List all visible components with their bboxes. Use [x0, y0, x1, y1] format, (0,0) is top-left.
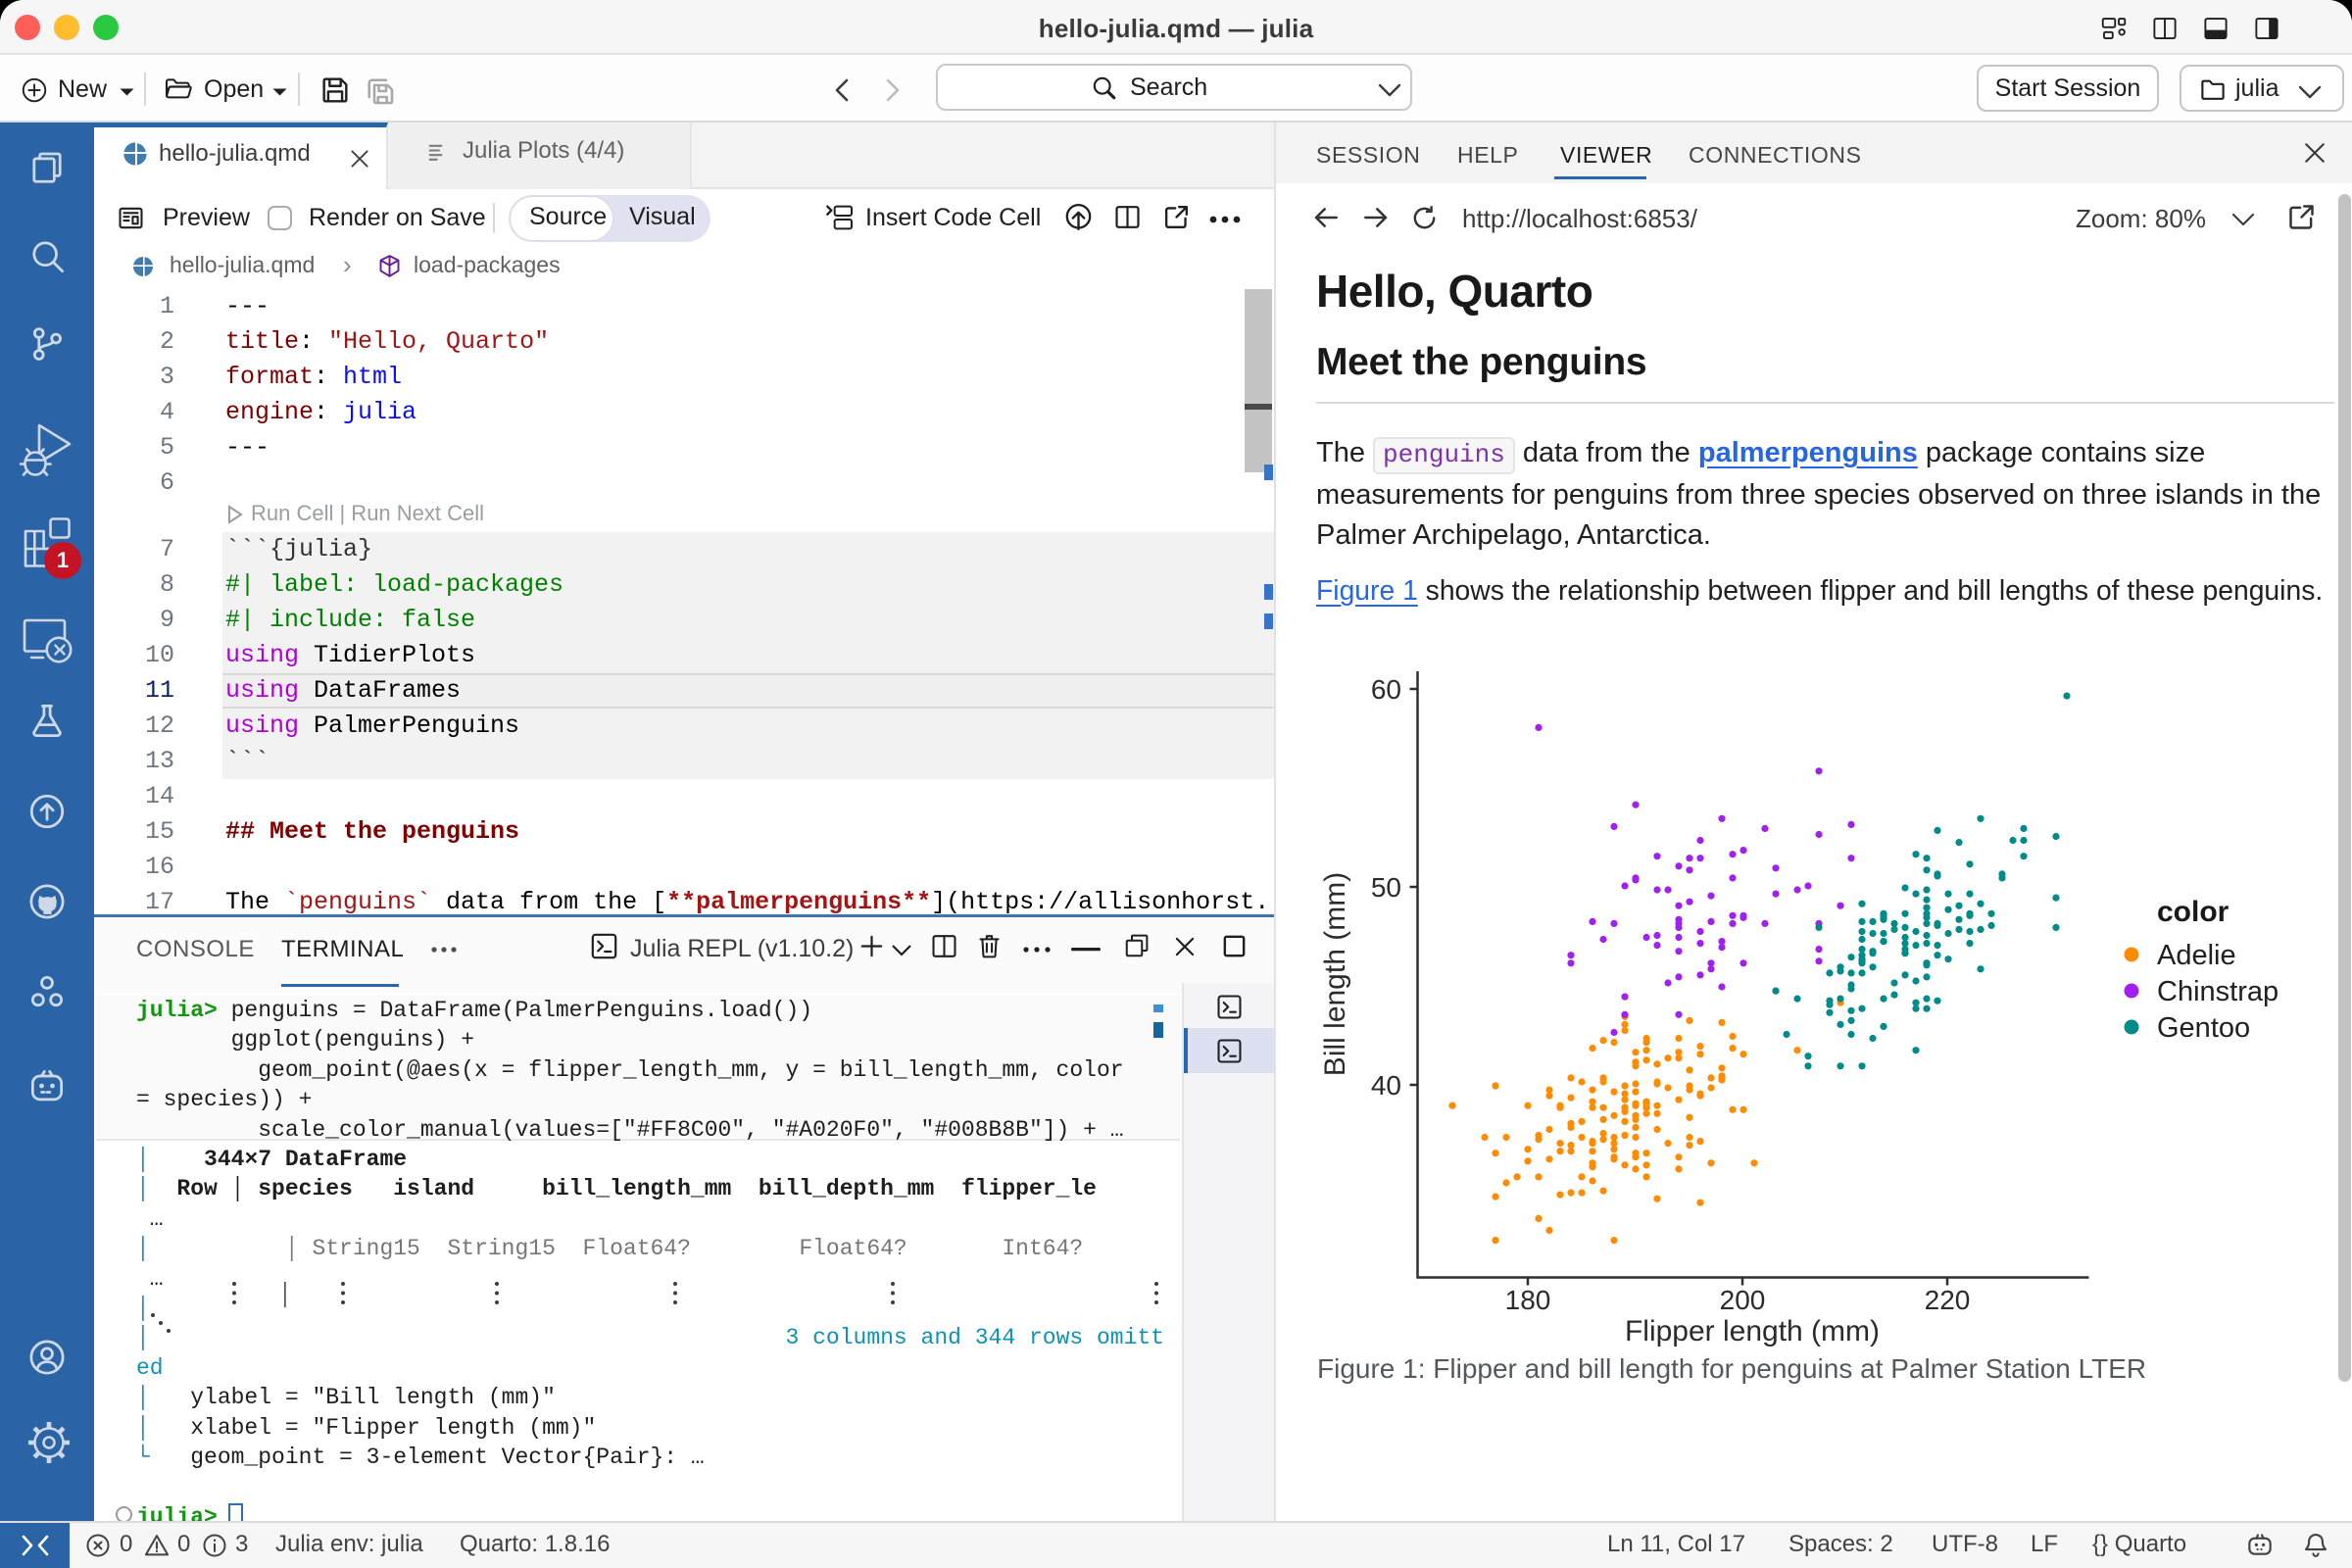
svg-text:Adelie: Adelie: [2157, 940, 2236, 971]
svg-text:Gentoo: Gentoo: [2157, 1012, 2250, 1044]
svg-text:220: 220: [1925, 1285, 1971, 1315]
svg-text:Chinstrap: Chinstrap: [2157, 976, 2278, 1007]
svg-text:50: 50: [1371, 872, 1401, 903]
svg-text:200: 200: [1720, 1285, 1766, 1315]
svg-text:Flipper length (mm): Flipper length (mm): [1625, 1315, 1880, 1348]
svg-text:180: 180: [1505, 1285, 1551, 1315]
svg-text:60: 60: [1371, 674, 1401, 705]
svg-text:40: 40: [1371, 1070, 1401, 1101]
svg-text:Bill length (mm): Bill length (mm): [1319, 872, 1351, 1076]
svg-text:color: color: [2157, 896, 2230, 928]
